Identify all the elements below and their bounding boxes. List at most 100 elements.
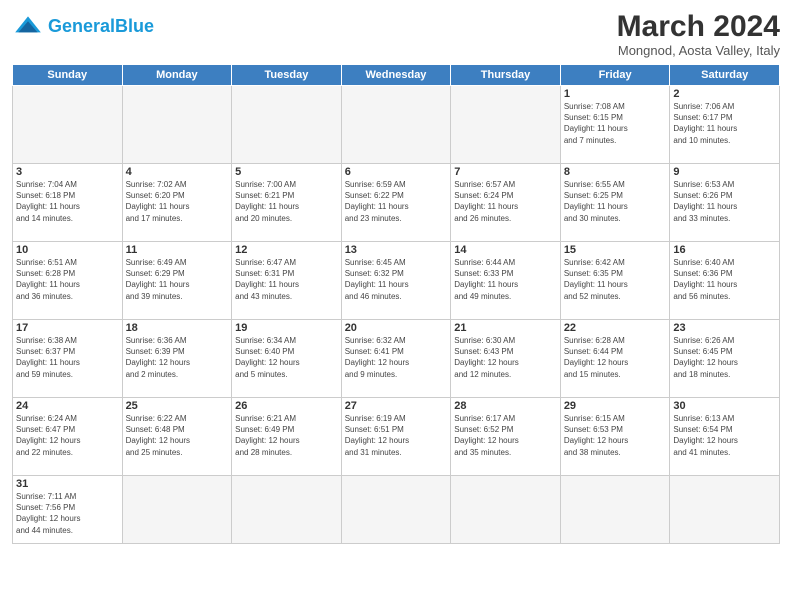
day-number: 2 — [673, 88, 776, 100]
calendar-table: Sunday Monday Tuesday Wednesday Thursday… — [12, 64, 780, 544]
calendar-cell: 27Sunrise: 6:19 AMSunset: 6:51 PMDayligh… — [341, 398, 451, 476]
calendar-week-4: 17Sunrise: 6:38 AMSunset: 6:37 PMDayligh… — [13, 320, 780, 398]
header-monday: Monday — [122, 65, 232, 86]
day-info: Sunrise: 6:28 AMSunset: 6:44 PMDaylight:… — [564, 335, 667, 380]
day-info: Sunrise: 6:53 AMSunset: 6:26 PMDaylight:… — [673, 179, 776, 224]
day-info: Sunrise: 6:44 AMSunset: 6:33 PMDaylight:… — [454, 257, 557, 302]
day-number: 9 — [673, 166, 776, 178]
day-number: 26 — [235, 400, 338, 412]
calendar-week-2: 3Sunrise: 7:04 AMSunset: 6:18 PMDaylight… — [13, 164, 780, 242]
calendar-cell: 14Sunrise: 6:44 AMSunset: 6:33 PMDayligh… — [451, 242, 561, 320]
header-tuesday: Tuesday — [232, 65, 342, 86]
day-number: 8 — [564, 166, 667, 178]
calendar-cell — [560, 476, 670, 544]
day-number: 5 — [235, 166, 338, 178]
calendar-cell: 5Sunrise: 7:00 AMSunset: 6:21 PMDaylight… — [232, 164, 342, 242]
day-number: 4 — [126, 166, 229, 178]
day-number: 13 — [345, 244, 448, 256]
logo: GeneralBlue — [12, 10, 154, 42]
calendar-cell — [341, 476, 451, 544]
day-info: Sunrise: 7:00 AMSunset: 6:21 PMDaylight:… — [235, 179, 338, 224]
day-number: 10 — [16, 244, 119, 256]
calendar-cell: 10Sunrise: 6:51 AMSunset: 6:28 PMDayligh… — [13, 242, 123, 320]
day-info: Sunrise: 6:22 AMSunset: 6:48 PMDaylight:… — [126, 413, 229, 458]
day-info: Sunrise: 7:02 AMSunset: 6:20 PMDaylight:… — [126, 179, 229, 224]
day-info: Sunrise: 6:51 AMSunset: 6:28 PMDaylight:… — [16, 257, 119, 302]
logo-general: General — [48, 16, 115, 36]
day-info: Sunrise: 6:19 AMSunset: 6:51 PMDaylight:… — [345, 413, 448, 458]
calendar-cell: 16Sunrise: 6:40 AMSunset: 6:36 PMDayligh… — [670, 242, 780, 320]
day-number: 7 — [454, 166, 557, 178]
day-info: Sunrise: 6:42 AMSunset: 6:35 PMDaylight:… — [564, 257, 667, 302]
header-wednesday: Wednesday — [341, 65, 451, 86]
calendar-week-6: 31Sunrise: 7:11 AMSunset: 7:56 PMDayligh… — [13, 476, 780, 544]
header-sunday: Sunday — [13, 65, 123, 86]
day-number: 15 — [564, 244, 667, 256]
day-info: Sunrise: 6:40 AMSunset: 6:36 PMDaylight:… — [673, 257, 776, 302]
calendar-cell: 23Sunrise: 6:26 AMSunset: 6:45 PMDayligh… — [670, 320, 780, 398]
calendar-cell: 8Sunrise: 6:55 AMSunset: 6:25 PMDaylight… — [560, 164, 670, 242]
calendar-cell: 4Sunrise: 7:02 AMSunset: 6:20 PMDaylight… — [122, 164, 232, 242]
day-info: Sunrise: 6:32 AMSunset: 6:41 PMDaylight:… — [345, 335, 448, 380]
calendar-cell — [451, 86, 561, 164]
day-info: Sunrise: 6:21 AMSunset: 6:49 PMDaylight:… — [235, 413, 338, 458]
calendar-cell: 17Sunrise: 6:38 AMSunset: 6:37 PMDayligh… — [13, 320, 123, 398]
calendar-cell: 12Sunrise: 6:47 AMSunset: 6:31 PMDayligh… — [232, 242, 342, 320]
calendar-cell: 24Sunrise: 6:24 AMSunset: 6:47 PMDayligh… — [13, 398, 123, 476]
calendar-cell: 7Sunrise: 6:57 AMSunset: 6:24 PMDaylight… — [451, 164, 561, 242]
day-info: Sunrise: 7:06 AMSunset: 6:17 PMDaylight:… — [673, 101, 776, 146]
logo-blue: Blue — [115, 16, 154, 36]
day-number: 6 — [345, 166, 448, 178]
day-info: Sunrise: 6:26 AMSunset: 6:45 PMDaylight:… — [673, 335, 776, 380]
day-number: 29 — [564, 400, 667, 412]
calendar-cell: 29Sunrise: 6:15 AMSunset: 6:53 PMDayligh… — [560, 398, 670, 476]
header-friday: Friday — [560, 65, 670, 86]
header-thursday: Thursday — [451, 65, 561, 86]
calendar-cell: 11Sunrise: 6:49 AMSunset: 6:29 PMDayligh… — [122, 242, 232, 320]
calendar-cell — [122, 86, 232, 164]
day-number: 16 — [673, 244, 776, 256]
day-number: 11 — [126, 244, 229, 256]
calendar-cell — [670, 476, 780, 544]
day-info: Sunrise: 7:04 AMSunset: 6:18 PMDaylight:… — [16, 179, 119, 224]
calendar-cell: 31Sunrise: 7:11 AMSunset: 7:56 PMDayligh… — [13, 476, 123, 544]
calendar-cell — [13, 86, 123, 164]
calendar-cell — [122, 476, 232, 544]
calendar-week-5: 24Sunrise: 6:24 AMSunset: 6:47 PMDayligh… — [13, 398, 780, 476]
day-number: 1 — [564, 88, 667, 100]
calendar-cell: 2Sunrise: 7:06 AMSunset: 6:17 PMDaylight… — [670, 86, 780, 164]
calendar-cell: 1Sunrise: 7:08 AMSunset: 6:15 PMDaylight… — [560, 86, 670, 164]
calendar-cell: 30Sunrise: 6:13 AMSunset: 6:54 PMDayligh… — [670, 398, 780, 476]
day-number: 22 — [564, 322, 667, 334]
day-info: Sunrise: 6:15 AMSunset: 6:53 PMDaylight:… — [564, 413, 667, 458]
day-number: 24 — [16, 400, 119, 412]
calendar-page: GeneralBlue March 2024 Mongnod, Aosta Va… — [0, 0, 792, 612]
day-number: 20 — [345, 322, 448, 334]
calendar-subtitle: Mongnod, Aosta Valley, Italy — [617, 43, 780, 58]
day-info: Sunrise: 6:45 AMSunset: 6:32 PMDaylight:… — [345, 257, 448, 302]
day-info: Sunrise: 6:36 AMSunset: 6:39 PMDaylight:… — [126, 335, 229, 380]
day-number: 17 — [16, 322, 119, 334]
day-info: Sunrise: 6:30 AMSunset: 6:43 PMDaylight:… — [454, 335, 557, 380]
day-number: 30 — [673, 400, 776, 412]
day-info: Sunrise: 7:11 AMSunset: 7:56 PMDaylight:… — [16, 491, 119, 536]
day-number: 28 — [454, 400, 557, 412]
title-block: March 2024 Mongnod, Aosta Valley, Italy — [617, 10, 780, 58]
day-number: 23 — [673, 322, 776, 334]
day-info: Sunrise: 6:47 AMSunset: 6:31 PMDaylight:… — [235, 257, 338, 302]
calendar-cell: 9Sunrise: 6:53 AMSunset: 6:26 PMDaylight… — [670, 164, 780, 242]
day-info: Sunrise: 6:34 AMSunset: 6:40 PMDaylight:… — [235, 335, 338, 380]
calendar-cell: 19Sunrise: 6:34 AMSunset: 6:40 PMDayligh… — [232, 320, 342, 398]
calendar-cell: 20Sunrise: 6:32 AMSunset: 6:41 PMDayligh… — [341, 320, 451, 398]
calendar-cell: 13Sunrise: 6:45 AMSunset: 6:32 PMDayligh… — [341, 242, 451, 320]
day-info: Sunrise: 6:55 AMSunset: 6:25 PMDaylight:… — [564, 179, 667, 224]
day-number: 25 — [126, 400, 229, 412]
calendar-cell: 15Sunrise: 6:42 AMSunset: 6:35 PMDayligh… — [560, 242, 670, 320]
day-info: Sunrise: 7:08 AMSunset: 6:15 PMDaylight:… — [564, 101, 667, 146]
calendar-cell: 3Sunrise: 7:04 AMSunset: 6:18 PMDaylight… — [13, 164, 123, 242]
calendar-cell: 21Sunrise: 6:30 AMSunset: 6:43 PMDayligh… — [451, 320, 561, 398]
day-number: 14 — [454, 244, 557, 256]
day-number: 31 — [16, 478, 119, 490]
calendar-cell: 25Sunrise: 6:22 AMSunset: 6:48 PMDayligh… — [122, 398, 232, 476]
day-number: 21 — [454, 322, 557, 334]
